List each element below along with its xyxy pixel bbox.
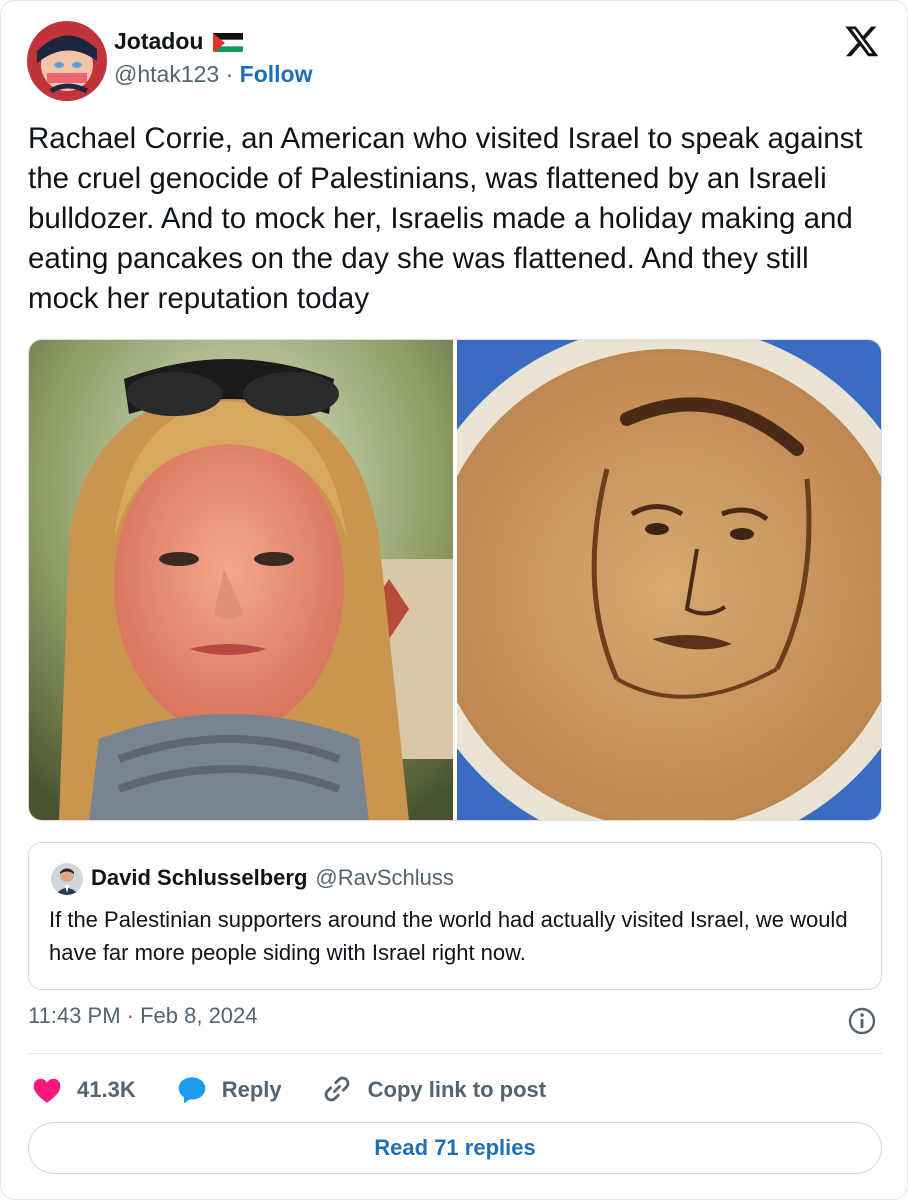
handle-separator: · [225,61,234,87]
heart-icon [31,1074,63,1106]
link-icon [322,1074,354,1106]
quoted-post-text: If the Palestinian supporters around the… [49,907,848,965]
follow-button[interactable]: Follow [240,61,313,87]
photo-woman-portrait[interactable] [29,340,453,820]
author-display-name[interactable]: Jotadou [114,28,203,55]
reply-button[interactable]: Reply [176,1074,282,1106]
like-button[interactable]: 41.3K [31,1074,136,1106]
quoted-author-handle[interactable]: @RavSchluss [315,865,454,891]
author-avatar[interactable] [27,21,107,101]
quoted-author-row: David Schlusselberg @RavSchluss [91,865,454,891]
photo-pancake-face[interactable] [457,340,881,820]
quoted-author-avatar[interactable] [51,863,83,895]
quoted-author-name[interactable]: David Schlusselberg [91,865,307,891]
info-icon[interactable] [848,1007,876,1035]
like-count: 41.3K [77,1077,136,1102]
read-replies-button[interactable]: Read 71 replies [28,1122,882,1174]
palestine-flag-icon [213,32,244,52]
post-actions: 41.3K Reply Copy link to post [31,1071,586,1109]
post-media-grid [28,339,882,821]
embedded-post-card: Jotadou @htak123 · Follow Rachael Corrie… [0,0,908,1200]
reply-bubble-icon [176,1074,208,1106]
quoted-post[interactable]: David Schlusselberg @RavSchluss If the P… [28,842,882,990]
divider [28,1053,882,1054]
author-name-row[interactable]: Jotadou [114,28,244,55]
post-timestamp[interactable]: 11:43 PM · Feb 8, 2024 [28,1003,258,1029]
x-logo-icon[interactable] [843,23,881,59]
copy-link-button[interactable]: Copy link to post [322,1074,546,1106]
reply-label: Reply [221,1077,282,1102]
copy-link-label: Copy link to post [367,1077,547,1102]
author-handle-row: @htak123 · Follow [114,61,312,88]
author-handle[interactable]: @htak123 [114,61,219,87]
post-text: Rachael Corrie, an American who visited … [28,122,863,315]
